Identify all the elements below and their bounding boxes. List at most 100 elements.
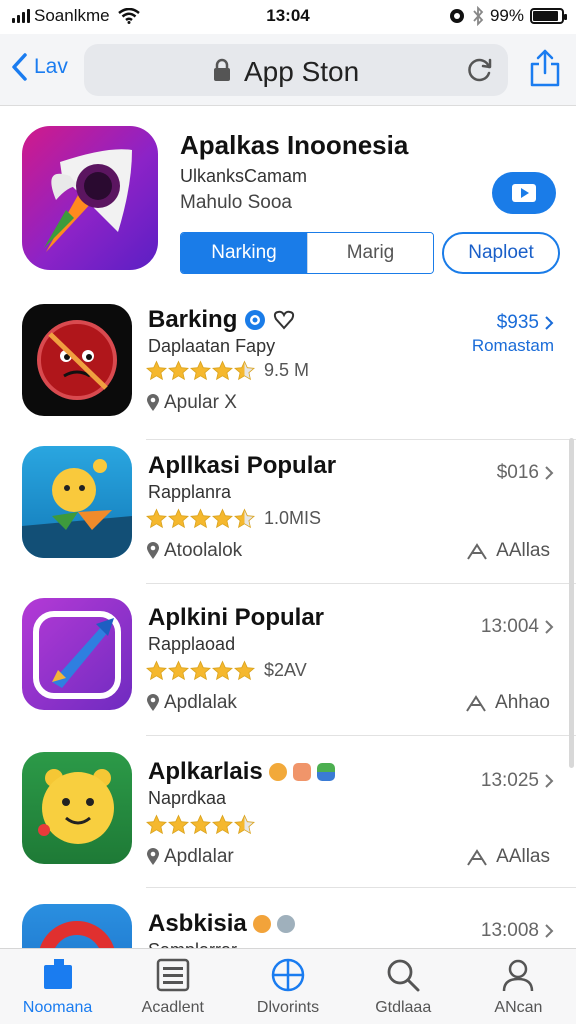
rating-count: 9.5 M (264, 360, 310, 380)
chevron-right-icon (545, 620, 554, 634)
list-icon (156, 958, 190, 992)
app-price[interactable]: $016 (497, 462, 554, 484)
bluetooth-icon (473, 6, 484, 26)
tab-home[interactable]: Noomana (0, 949, 115, 1024)
red-ring-icon (22, 904, 132, 948)
tab-academy[interactable]: Acadlent (115, 949, 230, 1024)
app-list-item[interactable]: Aplkarlais Naprdkaa Apdlalar 13:025 AAll… (0, 736, 576, 888)
app-location: Apdlalak (146, 692, 237, 714)
star-rating (146, 814, 255, 835)
tab-account[interactable]: ANcan (461, 949, 576, 1024)
tab-favorites[interactable]: Dlvorints (230, 949, 345, 1024)
star-icon (168, 660, 189, 681)
tab-label: ANcan (494, 999, 543, 1016)
app-list-item[interactable]: Barking Daplaatan Fapy 9.5 M Apular X $9… (0, 288, 576, 440)
scrollbar[interactable] (569, 438, 574, 768)
star-icon (212, 360, 233, 381)
featured-app-card[interactable]: Apalkas Inoonesia UlkanksCamam Mahulo So… (0, 108, 576, 288)
app-subtitle: Daplaatan Fapy (148, 336, 276, 356)
back-button[interactable]: Lav (10, 52, 68, 82)
location-pin-icon (147, 542, 159, 559)
orientation-lock-icon (449, 9, 464, 23)
star-icon (168, 814, 189, 835)
navigation-bar: Lav App Ston (0, 34, 576, 106)
app-subtitle: Naprdkaa (148, 788, 227, 808)
tab-search[interactable]: Gtdlaaa (346, 949, 461, 1024)
star-icon (146, 814, 167, 835)
reload-icon[interactable] (466, 56, 494, 84)
emoji-face-icon (268, 763, 287, 781)
featured-app-developer: Mahulo Sooa (180, 192, 292, 213)
app-list-item[interactable]: Apllkasi Popular Rapplanra 1.0MIS Atoola… (0, 432, 576, 584)
tab-label: Gtdlaaa (375, 999, 432, 1016)
app-price[interactable]: 13:025 (481, 770, 554, 792)
back-label: Lav (34, 55, 68, 78)
app-price[interactable]: 13:004 (481, 616, 554, 638)
star-icon (212, 814, 233, 835)
star-icon (168, 360, 189, 381)
rating-count: 1.0MIS (264, 508, 322, 528)
home-icon (43, 959, 72, 989)
star-icon (190, 660, 211, 681)
star-rating: 1.0MIS (146, 508, 321, 529)
share-label: Ahhao (495, 692, 550, 713)
share-label: AAllas (496, 540, 550, 561)
battery-percent: 99% (489, 6, 524, 25)
account-icon (503, 959, 534, 992)
verified-badge-icon (245, 310, 266, 330)
star-rating: $2AV (146, 660, 307, 681)
location-label: Apdlalak (164, 692, 237, 713)
address-bar[interactable]: App Ston (84, 44, 508, 96)
app-share[interactable]: Ahhao (465, 692, 550, 714)
star-icon (234, 508, 255, 529)
app-subtitle: Rapplanra (148, 482, 232, 502)
star-icon (190, 814, 211, 835)
chevron-right-icon (545, 316, 554, 330)
location-label: Apular X (164, 392, 237, 413)
star-icon (168, 508, 189, 529)
rocket-icon (22, 598, 132, 710)
chevron-right-icon (545, 924, 554, 938)
wifi-icon (117, 8, 140, 24)
emoji-bee-icon (252, 915, 271, 933)
segment-marig[interactable]: Marig (307, 233, 433, 273)
app-location: Apdlalar (146, 846, 234, 868)
share-icon[interactable] (528, 48, 562, 88)
rating-count: $2AV (264, 660, 307, 680)
divider (146, 887, 576, 888)
price-label: $016 (496, 462, 539, 483)
tab-label: Dlvorints (256, 999, 320, 1016)
star-icon (146, 660, 167, 681)
cartoon-character-icon (22, 446, 132, 558)
location-pin-icon (147, 394, 159, 411)
app-price[interactable]: $935 (497, 312, 554, 334)
status-bar: Soanlkme 13:04 99% (0, 0, 576, 32)
emoji-flag-icon (316, 763, 335, 781)
app-price[interactable]: 13:008 (481, 920, 554, 942)
app-title: Aplkini Popular (148, 604, 324, 632)
app-title-text: Barking (148, 306, 238, 333)
featured-action-button[interactable]: Naploet (442, 232, 560, 274)
app-location: Atoolalok (146, 540, 242, 562)
segment-narking[interactable]: Narking (181, 233, 307, 273)
app-share[interactable]: AAllas (466, 846, 550, 868)
star-icon (212, 508, 233, 529)
app-list-item[interactable]: Asbkisia Samplarrar 13:008 (0, 890, 576, 948)
chevron-left-icon (12, 53, 27, 81)
heart-icon[interactable] (273, 309, 295, 331)
carrier-name: Soanlkme (34, 6, 110, 25)
chevron-right-icon (545, 466, 554, 480)
app-share[interactable]: AAllas (466, 540, 550, 562)
star-rating: 9.5 M (146, 360, 309, 381)
play-button[interactable] (492, 172, 556, 214)
price-label: 13:004 (480, 616, 539, 637)
tab-label: Acadlent (141, 999, 204, 1016)
cellular-signal-icon (12, 9, 30, 23)
lock-icon (214, 58, 230, 81)
app-title: Aplkarlais (148, 758, 335, 786)
app-list-item[interactable]: Aplkini Popular Rapplaoad $2AV Apdlalak … (0, 584, 576, 736)
smiley-character-icon (22, 752, 132, 864)
app-title: Barking (148, 306, 295, 334)
compass-icon (271, 958, 305, 992)
star-icon (234, 660, 255, 681)
